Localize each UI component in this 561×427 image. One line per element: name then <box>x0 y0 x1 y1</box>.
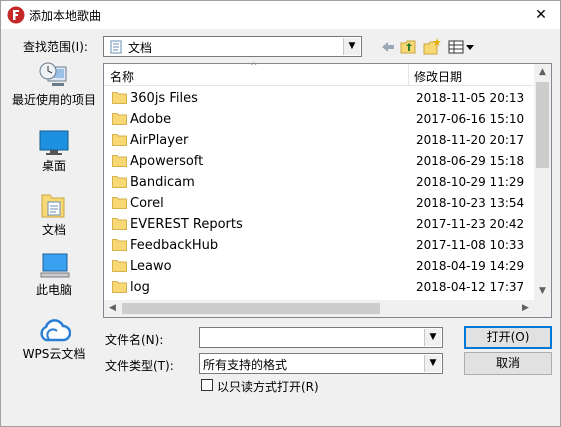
place-recent-label: 最近使用的项目 <box>11 93 96 107</box>
filetype-label: 文件类型(T): <box>105 359 174 373</box>
file-name: log <box>130 280 150 295</box>
recent-items-icon <box>39 62 67 86</box>
column-separator[interactable] <box>408 64 409 86</box>
readonly-label[interactable]: 以只读方式打开(R) <box>217 378 319 395</box>
file-date: 2018-04-19 14:29 <box>416 259 525 273</box>
filetype-value: 所有支持的格式 <box>203 358 288 372</box>
place-recent[interactable]: 最近使用的项目 <box>9 61 99 107</box>
filename-label: 文件名(N): <box>105 333 164 347</box>
open-button[interactable]: 打开(O) <box>464 326 552 349</box>
file-name: Bandicam <box>130 175 195 190</box>
scroll-down-icon[interactable]: ▼ <box>534 283 551 300</box>
close-button[interactable]: ✕ <box>530 5 552 25</box>
place-wps-cloud[interactable]: WPS云文档 <box>9 317 99 361</box>
look-in-value: 文档 <box>128 41 153 55</box>
folder-icon <box>112 281 127 293</box>
folder-icon <box>112 197 127 209</box>
look-in-combo[interactable]: 文档 ▼ <box>103 36 362 57</box>
file-list-header: ^ 名称 修改日期 <box>104 62 534 86</box>
file-row[interactable]: EVEREST Reports 2017-11-23 20:42 <box>104 214 534 235</box>
new-folder-icon[interactable] <box>422 37 442 57</box>
file-date: 2018-04-12 17:37 <box>416 280 525 294</box>
file-date: 2018-10-23 13:54 <box>416 196 525 210</box>
file-list[interactable]: ^ 名称 修改日期 360js Files 2018-11-05 20:13 A… <box>103 62 552 318</box>
vertical-scroll-thumb[interactable] <box>536 82 549 168</box>
place-documents[interactable]: 文档 <box>9 191 99 237</box>
file-row[interactable]: AirPlayer 2018-11-20 20:17 <box>104 130 534 151</box>
desktop-icon <box>39 130 69 155</box>
places-bar: 最近使用的项目 桌面 文档 此电脑 WPS云文档 <box>9 61 99 371</box>
scroll-up-icon[interactable]: ▲ <box>534 64 551 81</box>
file-date: 2017-11-08 10:33 <box>416 238 525 252</box>
scrollbar-corner <box>534 300 551 317</box>
folder-icon <box>112 155 127 167</box>
title-bar: 添加本地歌曲 ✕ <box>1 1 560 29</box>
documents-icon <box>110 40 122 54</box>
file-name: EVEREST Reports <box>130 217 243 232</box>
scroll-left-icon[interactable]: ◀ <box>104 300 121 317</box>
file-date: 2017-06-16 15:10 <box>416 112 525 126</box>
file-row[interactable]: Bandicam 2018-10-29 11:29 <box>104 172 534 193</box>
window-title: 添加本地歌曲 <box>29 9 102 23</box>
place-documents-label: 文档 <box>41 223 66 237</box>
file-name: Leawo <box>130 259 172 274</box>
computer-icon <box>40 253 70 278</box>
chevron-down-icon[interactable]: ▼ <box>424 329 441 346</box>
horizontal-scrollbar[interactable]: ◀ ▶ <box>104 300 534 317</box>
up-folder-icon[interactable] <box>399 37 419 57</box>
folder-icon <box>112 176 127 188</box>
place-this-pc-label: 此电脑 <box>35 283 72 297</box>
file-row[interactable]: Leawo 2018-04-19 14:29 <box>104 256 534 277</box>
file-row[interactable]: log 2018-04-12 17:37 <box>104 277 534 298</box>
back-arrow-icon[interactable] <box>378 37 398 57</box>
filetype-select[interactable]: 所有支持的格式 ▼ <box>199 353 443 374</box>
file-date: 2018-11-05 20:13 <box>416 91 525 105</box>
file-name: FeedbackHub <box>130 238 219 253</box>
vertical-scrollbar[interactable]: ▲ ▼ <box>534 64 551 300</box>
file-date: 2018-06-29 15:18 <box>416 154 525 168</box>
file-row[interactable]: 360js Files 2018-11-05 20:13 <box>104 88 534 109</box>
place-this-pc[interactable]: 此电脑 <box>9 251 99 297</box>
file-name: AirPlayer <box>130 133 189 148</box>
chevron-down-icon[interactable]: ▼ <box>343 38 360 55</box>
folder-icon <box>112 239 127 251</box>
look-in-label: 查找范围(I): <box>23 40 88 54</box>
app-logo-icon <box>7 6 25 24</box>
folder-icon <box>112 92 127 104</box>
folder-icon <box>112 113 127 125</box>
file-name: 360js Files <box>130 91 198 106</box>
sort-arrow-icon: ^ <box>250 62 258 72</box>
cancel-button[interactable]: 取消 <box>464 352 552 375</box>
folder-icon <box>112 134 127 146</box>
file-row[interactable]: FeedbackHub 2017-11-08 10:33 <box>104 235 534 256</box>
file-row[interactable]: Adobe 2017-06-16 15:10 <box>104 109 534 130</box>
readonly-checkbox[interactable] <box>201 379 213 391</box>
place-wps-cloud-label: WPS云文档 <box>22 347 86 361</box>
file-name: Corel <box>130 196 164 211</box>
documents-folder-icon <box>41 194 65 218</box>
file-name: Apowersoft <box>130 154 204 169</box>
folder-icon <box>112 218 127 230</box>
file-date: 2018-10-29 11:29 <box>416 175 525 189</box>
place-desktop-label: 桌面 <box>41 159 66 173</box>
horizontal-scroll-thumb[interactable] <box>122 303 380 314</box>
column-header-date[interactable]: 修改日期 <box>414 68 462 85</box>
dialog-window: 添加本地歌曲 ✕ 查找范围(I): 文档 ▼ 最近使用的项目 桌面 文档 此电脑… <box>0 0 561 427</box>
file-date: 2018-11-20 20:17 <box>416 133 525 147</box>
column-header-name[interactable]: 名称 <box>110 68 134 85</box>
file-rows: 360js Files 2018-11-05 20:13 Adobe 2017-… <box>104 88 534 298</box>
chevron-down-icon[interactable]: ▼ <box>424 355 441 372</box>
place-desktop[interactable]: 桌面 <box>9 129 99 173</box>
scroll-right-icon[interactable]: ▶ <box>517 300 534 317</box>
folder-icon <box>112 260 127 272</box>
file-name: Adobe <box>130 112 172 127</box>
view-menu-icon[interactable] <box>447 37 477 57</box>
file-row[interactable]: Apowersoft 2018-06-29 15:18 <box>104 151 534 172</box>
cloud-icon <box>40 319 71 342</box>
file-row[interactable]: Corel 2018-10-23 13:54 <box>104 193 534 214</box>
filename-combo[interactable]: ▼ <box>199 327 443 348</box>
file-date: 2017-11-23 20:42 <box>416 217 525 231</box>
